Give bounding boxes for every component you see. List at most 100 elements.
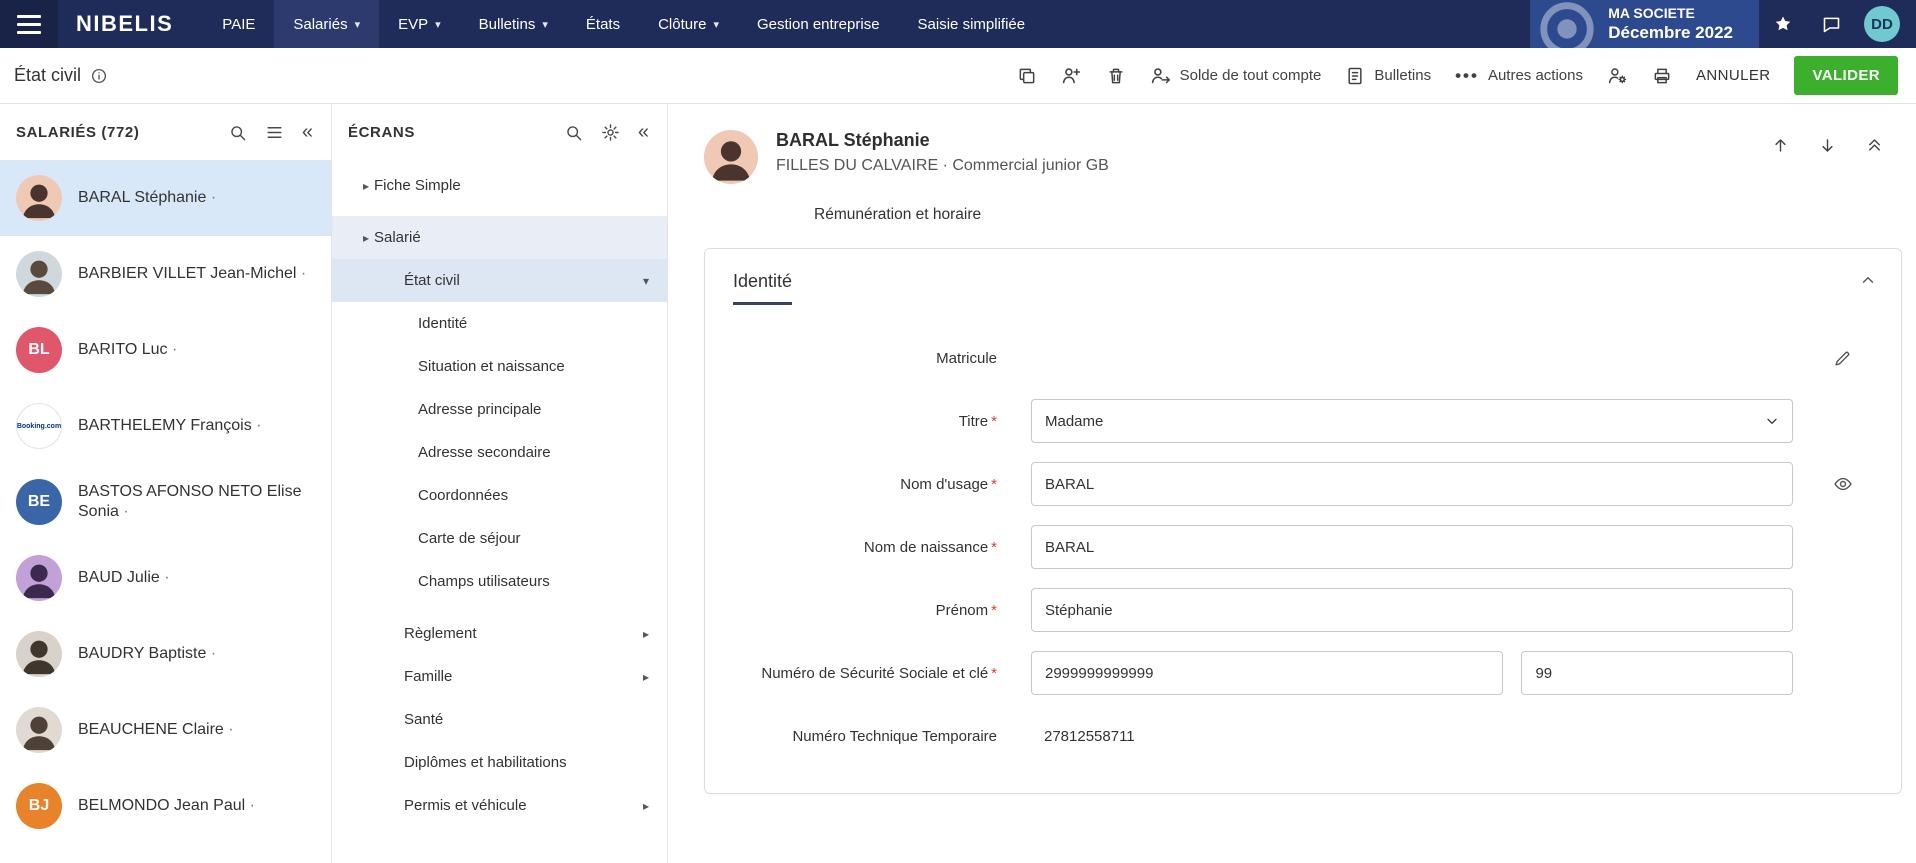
- tree-item-salarie[interactable]: ▸Salarié: [332, 216, 667, 259]
- list-item[interactable]: Booking.com BARTHELEMY François: [0, 388, 331, 464]
- ntt-row: Numéro Technique Temporaire 27812558711: [733, 713, 1873, 759]
- validate-button[interactable]: VALIDER: [1794, 56, 1898, 95]
- list-item[interactable]: BARAL Stéphanie: [0, 160, 331, 236]
- info-icon[interactable]: [90, 67, 108, 85]
- chevron-right-icon: ▸: [643, 799, 649, 813]
- person-gear-icon: [1607, 65, 1628, 86]
- add-employee-button[interactable]: [1061, 65, 1082, 86]
- employee-settings-button[interactable]: [1607, 65, 1628, 86]
- nav-saisie-simplifiee[interactable]: Saisie simplifiée: [899, 0, 1045, 48]
- nss-input[interactable]: [1031, 651, 1503, 695]
- nav-label: Bulletins: [479, 16, 536, 33]
- list-item[interactable]: BARBIER VILLET Jean-Michel: [0, 236, 331, 312]
- trash-icon: [1106, 66, 1126, 86]
- autres-actions-label: Autres actions: [1488, 67, 1583, 84]
- tree-item-reglement[interactable]: Règlement▸: [332, 612, 667, 655]
- company-selector[interactable]: MA SOCIETE Décembre 2022: [1530, 0, 1759, 48]
- history-nom-usage-button[interactable]: [1827, 468, 1859, 500]
- edit-matricule-button[interactable]: [1827, 343, 1858, 374]
- chevron-right-icon: ▸: [643, 670, 649, 684]
- duplicate-button[interactable]: [1017, 66, 1037, 86]
- tree-item-etat-civil[interactable]: État civil▾: [332, 259, 667, 302]
- nav-evp[interactable]: EVP▾: [379, 0, 460, 48]
- tree-label: Champs utilisateurs: [418, 573, 550, 590]
- print-button[interactable]: [1652, 66, 1672, 86]
- collapse-panel-icon[interactable]: «: [636, 120, 651, 144]
- gear-icon[interactable]: [599, 121, 622, 144]
- delete-button[interactable]: [1106, 66, 1126, 86]
- titre-label: Titre*: [733, 411, 997, 432]
- tree-item-identite[interactable]: Identité: [332, 302, 667, 345]
- tree-item-famille[interactable]: Famille ▸: [332, 655, 667, 698]
- tree-item-permis-vehicule[interactable]: Permis et véhicule▸: [332, 784, 667, 827]
- nav-gestion-entreprise[interactable]: Gestion entreprise: [738, 0, 899, 48]
- tab-remuneration-horaire[interactable]: Rémunération et horaire: [814, 206, 981, 223]
- nibelis-logo: NIBELIS: [76, 11, 173, 37]
- employee-photo-avatar: [16, 707, 62, 753]
- previous-employee-button[interactable]: [1769, 134, 1792, 157]
- nss-label: Numéro de Sécurité Sociale et clé*: [733, 663, 997, 684]
- list-item[interactable]: BJ BELMONDO Jean Paul: [0, 768, 331, 844]
- list-item[interactable]: BEAUCHENE Claire: [0, 692, 331, 768]
- favorites-star-icon[interactable]: [1759, 14, 1807, 34]
- chat-icon[interactable]: [1807, 14, 1856, 35]
- ecrans-tree: ▸Fiche Simple ▸Salarié État civil▾ Ident…: [332, 160, 667, 827]
- tree-item-sante[interactable]: Santé: [332, 698, 667, 741]
- main-nav: PAIE Salariés▾ EVP▾ Bulletins▾ États Clô…: [203, 0, 1044, 48]
- nav-salaries[interactable]: Salariés▾: [274, 0, 379, 48]
- bulletins-button[interactable]: Bulletins: [1345, 66, 1431, 86]
- list-item[interactable]: BAUDRY Baptiste: [0, 616, 331, 692]
- matricule-label: Matricule: [733, 348, 997, 369]
- cancel-button[interactable]: ANNULER: [1696, 67, 1770, 84]
- nom-usage-input[interactable]: [1031, 462, 1793, 506]
- nav-label: Salariés: [293, 16, 347, 33]
- employee-nav-icons: [1769, 134, 1886, 157]
- list-item[interactable]: BE BASTOS AFONSO NETO Elise Sonia: [0, 464, 331, 540]
- next-employee-button[interactable]: [1816, 134, 1839, 157]
- identity-card: Identité Matricule Titre*: [704, 248, 1902, 794]
- nav-paie[interactable]: PAIE: [203, 0, 274, 48]
- required-asterisk: *: [991, 665, 997, 682]
- tree-label: Famille: [404, 668, 452, 685]
- employee-name: BARTHELEMY François: [78, 416, 261, 436]
- hamburger-menu-icon[interactable]: [0, 0, 58, 48]
- user-avatar[interactable]: DD: [1864, 6, 1900, 42]
- employee-identity: BARAL Stéphanie FILLES DU CALVAIRE · Com…: [776, 130, 1109, 175]
- list-item[interactable]: BL BARITO Luc: [0, 312, 331, 388]
- employee-name: BARITO Luc: [78, 340, 177, 360]
- search-icon[interactable]: [226, 121, 249, 144]
- tree-item-carte-sejour[interactable]: Carte de séjour: [332, 517, 667, 560]
- tree-item-coordonnees[interactable]: Coordonnées: [332, 474, 667, 517]
- solde-tout-compte-button[interactable]: Solde de tout compte: [1150, 65, 1322, 86]
- chevron-down-icon: ▾: [643, 274, 649, 288]
- list-view-icon[interactable]: [263, 121, 286, 144]
- search-icon[interactable]: [562, 121, 585, 144]
- nav-bulletins[interactable]: Bulletins▾: [460, 0, 567, 48]
- titre-select-input[interactable]: Madame: [1031, 399, 1793, 443]
- eye-icon: [1833, 474, 1853, 494]
- tree-item-situation-naissance[interactable]: Situation et naissance: [332, 345, 667, 388]
- titre-select[interactable]: Madame: [1031, 399, 1793, 443]
- nom-naissance-input[interactable]: [1031, 525, 1793, 569]
- nav-etats[interactable]: États: [567, 0, 639, 48]
- employee-tabs: Rémunération et horaire: [668, 184, 1916, 224]
- collapse-panel-icon[interactable]: «: [300, 120, 315, 144]
- tree-item-fiche-simple[interactable]: ▸Fiche Simple: [332, 164, 667, 207]
- employee-name: BARAL Stéphanie: [776, 130, 1109, 151]
- nss-key-input[interactable]: [1521, 651, 1793, 695]
- tree-label: Fiche Simple: [374, 177, 461, 194]
- tree-item-adresse-secondaire[interactable]: Adresse secondaire: [332, 431, 667, 474]
- tree-item-diplomes[interactable]: Diplômes et habilitations: [332, 741, 667, 784]
- autres-actions-button[interactable]: ••• Autres actions: [1455, 66, 1583, 86]
- list-item[interactable]: BAUD Julie: [0, 540, 331, 616]
- employee-photo-avatar: [16, 251, 62, 297]
- double-chevron-up-icon: [1865, 136, 1884, 155]
- toolbar: État civil Solde de tout compte Bulletin…: [0, 48, 1916, 104]
- collapse-card-button[interactable]: [1855, 267, 1881, 296]
- tree-item-adresse-principale[interactable]: Adresse principale: [332, 388, 667, 431]
- nav-cloture[interactable]: Clôture▾: [639, 0, 738, 48]
- tree-item-champs-utilisateurs[interactable]: Champs utilisateurs: [332, 560, 667, 603]
- chevron-right-icon: ▸: [358, 179, 374, 193]
- collapse-all-button[interactable]: [1863, 134, 1886, 157]
- prenom-input[interactable]: [1031, 588, 1793, 632]
